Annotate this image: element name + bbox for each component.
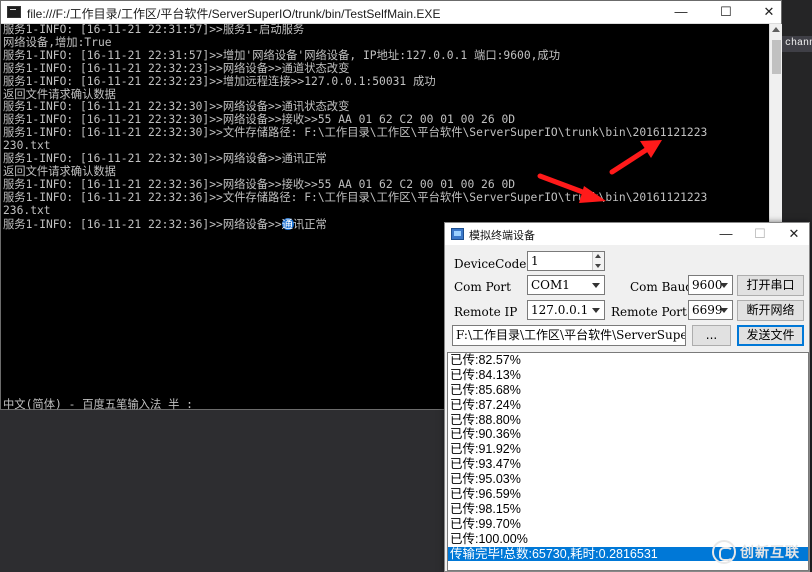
disconnect-network-button[interactable]: 断开网络 [737,300,804,321]
console-close-button[interactable]: ✕ [749,1,789,23]
device-code-value: 1 [531,254,539,268]
watermark-text: 创新互联 [740,545,800,561]
console-line: 服务1-INFO: [16-11-21 22:32:36]>>网络设备>>接收>… [3,177,516,191]
simulator-maximize-button[interactable]: ☐ [743,223,777,245]
remote-port-select[interactable]: 6699 [688,300,733,320]
list-item[interactable]: 已传:93.47% [448,457,808,472]
list-item[interactable]: 已传:95.03% [448,472,808,487]
simulator-app-icon [451,228,464,240]
console-title: file:///F:/工作目录/工作区/平台软件/ServerSuperIO/t… [27,7,441,21]
console-line: 服务1-INFO: [16-11-21 22:32:30]>>网络设备>>通讯正… [3,152,327,166]
console-line: 返回文件请求确认数据 [3,164,116,178]
console-line-last-prefix: 服务1-INFO: [16-11-21 22:32:36]>>网络设备>> [3,217,282,231]
list-item[interactable]: 已传:99.70% [448,517,808,532]
browse-button[interactable]: ... [692,325,731,346]
send-file-button[interactable]: 发送文件 [737,325,804,346]
com-baud-select[interactable]: 9600 [688,275,733,295]
simulator-window: 模拟终端设备 — ☐ ✕ DeviceCode 1 Com Port COM1 … [444,222,810,572]
list-item[interactable]: 已传:87.24% [448,398,808,413]
open-serial-button[interactable]: 打开串口 [737,275,804,296]
com-port-select[interactable]: COM1 [527,275,605,295]
scroll-up-icon[interactable] [772,27,780,32]
file-path-input[interactable]: F:\工作目录\工作区\平台软件\ServerSuperIO [452,325,686,346]
console-line: 服务1-INFO: [16-11-21 22:32:23]>>增加远程连接>>1… [3,74,436,88]
list-item[interactable]: 已传:82.57% [448,353,808,368]
list-item[interactable]: 已传:85.68% [448,383,808,398]
console-line-last-suffix: 讯正常 [292,217,327,231]
list-item[interactable]: 已传:90.36% [448,427,808,442]
console-titlebar[interactable]: file:///F:/工作目录/工作区/平台软件/ServerSuperIO/t… [1,1,781,24]
watermark: 创新互联 [712,539,812,565]
list-item[interactable]: 已传:96.59% [448,487,808,502]
console-line: 网络设备,增加:True [3,35,112,49]
simulator-title: 模拟终端设备 [469,230,535,242]
console-line: 服务1-INFO: [16-11-21 22:31:57]>>服务1-启动服务 [3,24,305,36]
console-maximize-button[interactable]: ☐ [706,1,746,23]
list-item[interactable]: 已传:91.92% [448,442,808,457]
com-port-label: Com Port [454,280,511,294]
console-line: 服务1-INFO: [16-11-21 22:32:23]>>网络设备>>通道状… [3,61,350,75]
watermark-logo-icon [712,540,736,564]
ide-lower-panel [0,410,445,572]
com-baud-label: Com Baud [630,280,693,294]
simulator-minimize-button[interactable]: — [709,223,743,245]
device-code-stepper[interactable]: 1 [527,251,605,271]
device-code-label: DeviceCode [454,257,527,271]
ide-tab-channel[interactable]: channel [782,36,812,52]
remote-port-label: Remote Port [611,305,687,319]
console-minimize-button[interactable]: — [661,1,701,23]
remote-ip-select[interactable]: 127.0.0.1 [527,300,605,320]
console-line: 服务1-INFO: [16-11-21 22:32:36]>>文件存储路径: F… [3,190,708,204]
console-line: 236.txt [3,203,51,217]
simulator-close-button[interactable]: ✕ [777,223,811,245]
list-item[interactable]: 已传:84.13% [448,368,808,383]
remote-ip-label: Remote IP [454,305,518,319]
console-line: 服务1-INFO: [16-11-21 22:31:57]>>增加'网络设备'网… [3,48,561,62]
list-item[interactable]: 已传:88.80% [448,413,808,428]
ime-status: 中文(简体) - 百度五笔输入法 半 : [3,398,193,411]
console-line-last-cursor-char: 通 [281,217,293,231]
console-line: 服务1-INFO: [16-11-21 22:32:30]>>文件存储路径: F… [3,126,708,140]
scroll-thumb[interactable] [772,40,781,74]
list-item[interactable]: 已传:98.15% [448,502,808,517]
device-code-spin-icon[interactable] [592,252,604,270]
console-app-icon [7,6,21,18]
simulator-titlebar[interactable]: 模拟终端设备 — ☐ ✕ [445,223,809,245]
